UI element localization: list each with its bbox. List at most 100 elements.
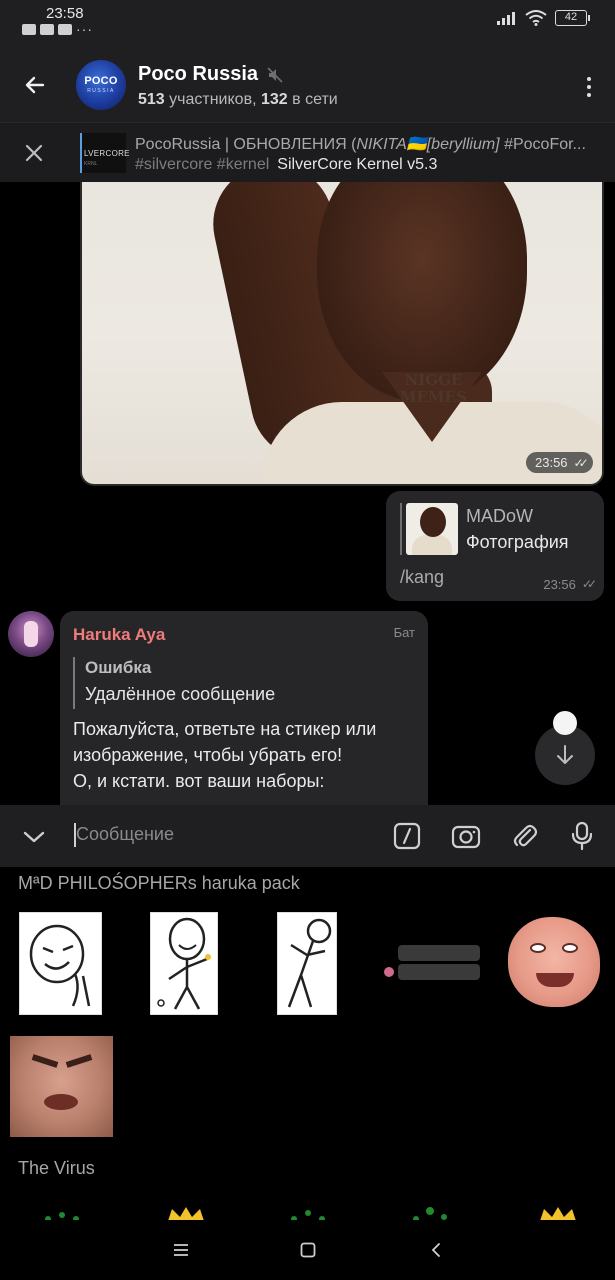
slash-command-icon: [393, 822, 421, 850]
sticker-peek[interactable]: [40, 1205, 84, 1220]
status-bar: 23:58 ··· 42: [0, 0, 615, 50]
sticker[interactable]: [150, 912, 218, 1015]
chevron-down-icon: [23, 831, 45, 843]
battery-indicator: 42: [555, 10, 590, 26]
bot-badge: Бат: [393, 625, 415, 640]
close-icon: [25, 144, 43, 162]
bot-message[interactable]: Haruka Aya Бат Ошибка Удалённое сообщени…: [60, 611, 428, 811]
online-count: 132: [260, 91, 288, 108]
pinned-thumbnail: LVERCORE KRNL: [80, 133, 130, 173]
status-right: 42: [497, 10, 590, 26]
avatar-logo-subtext: RUSSIA: [87, 88, 115, 94]
stick-figure-sticker: [157, 917, 211, 1010]
photo-watermark: NIGGE MEMES: [400, 371, 467, 406]
sticker-panel: MªD PHILOŚOPHERs haruka pack The Virus: [0, 867, 615, 1220]
photo-timestamp: 23:56 ✓✓: [526, 452, 593, 473]
system-back-button[interactable]: [422, 1238, 450, 1262]
chat-title-text: Poco Russia: [138, 63, 259, 85]
camera-button[interactable]: [450, 820, 482, 852]
pinned-title-prefix: PocoRussia | ОБНОВЛЕНИЯ (: [135, 136, 357, 153]
home-button[interactable]: [294, 1238, 322, 1262]
home-square-icon: [300, 1242, 316, 1258]
reply-thumbnail: [406, 503, 458, 555]
signal-icon: [497, 12, 515, 25]
pinned-title-italic: NIKITA🇺🇦[beryllium]: [356, 136, 500, 153]
system-navigation-bar: [0, 1220, 615, 1280]
unread-indicator: [553, 711, 577, 735]
muted-icon: [267, 66, 283, 83]
more-notifications-icon: ···: [76, 21, 93, 37]
sticker-peek[interactable]: [286, 1205, 330, 1220]
chat-avatar[interactable]: POCO RUSSIA: [76, 60, 126, 110]
bot-message-body: Пожалуйста, ответьте на стикер или изобр…: [73, 719, 377, 791]
chat-screenshot-avatar: [384, 967, 394, 977]
leaning-figure-sticker: [287, 918, 332, 1007]
menu-icon: [174, 1244, 188, 1256]
chevron-left-icon: [431, 1243, 440, 1257]
back-button[interactable]: [14, 64, 56, 106]
double-check-icon: ✓✓: [581, 577, 597, 591]
notification-icon: [22, 24, 36, 35]
message-input[interactable]: [76, 817, 366, 851]
avatar-logo-text: POCO: [84, 75, 118, 87]
pinned-tags: #silvercore #kernel: [135, 156, 270, 173]
online-label: в сети: [292, 91, 338, 108]
sticker-peek[interactable]: [408, 1205, 452, 1220]
bot-author-name[interactable]: Haruka Aya: [73, 625, 165, 645]
chat-screenshot-bubble: [398, 945, 480, 961]
members-count: 513: [138, 91, 165, 108]
quote-text: Удалённое сообщение: [85, 684, 276, 704]
recents-button[interactable]: [167, 1238, 195, 1262]
message-input-bar: [0, 805, 615, 867]
attach-button[interactable]: [509, 820, 541, 852]
sticker-peek[interactable]: [164, 1205, 208, 1220]
notification-icon: [40, 24, 54, 35]
sticker[interactable]: [19, 912, 102, 1015]
chat-subtitle: 513 участников, 132 в сети: [138, 91, 338, 109]
sticker[interactable]: [10, 1036, 113, 1137]
meme-face-sticker: [29, 924, 90, 1007]
pinned-thumb-sub: KRNL: [84, 161, 98, 167]
sticker-pack-title: MªD PHILOŚOPHERs haruka pack: [18, 873, 300, 893]
pinned-version: SilverCore Kernel v5.3: [277, 156, 438, 173]
voice-record-button[interactable]: [566, 820, 598, 852]
message-text: /kang: [400, 567, 445, 587]
microphone-icon: [571, 821, 593, 851]
pinned-text: #silvercore #kernel SilverCore Kernel v5.…: [135, 156, 437, 174]
reply-type: Фотография: [466, 532, 569, 552]
camera-icon: [451, 825, 481, 849]
pinned-title: PocoRussia | ОБНОВЛЕНИЯ (NIKITA🇺🇦[beryll…: [135, 134, 597, 154]
more-menu-button[interactable]: [579, 72, 599, 102]
commands-button[interactable]: [391, 820, 423, 852]
sticker[interactable]: [508, 917, 600, 1007]
arrow-left-icon: [25, 76, 45, 94]
chat-screenshot-bubble: [398, 964, 480, 980]
reply-author: MADoW: [466, 506, 533, 526]
arrow-down-icon: [557, 745, 573, 764]
bot-avatar[interactable]: [8, 611, 54, 657]
outgoing-message-reply[interactable]: MADoW Фотография /kang 23:56 ✓✓: [386, 491, 604, 601]
collapse-keyboard-button[interactable]: [16, 819, 52, 855]
members-label: участников,: [169, 91, 257, 108]
chat-header: POCO RUSSIA Poco Russia 513 участников, …: [0, 50, 615, 122]
chat-title[interactable]: Poco Russia: [138, 63, 284, 86]
sticker[interactable]: [382, 945, 484, 985]
quote-bar: [73, 657, 75, 709]
paperclip-icon: [513, 824, 538, 847]
close-pinned-button[interactable]: [18, 137, 50, 169]
reply-indicator-bar: [400, 503, 402, 555]
message-timestamp: 23:56 ✓✓: [543, 577, 597, 592]
pinned-message-bar[interactable]: LVERCORE KRNL PocoRussia | ОБНОВЛЕНИЯ (N…: [0, 122, 615, 182]
quote-title: Ошибка: [85, 658, 152, 677]
sticker-peek[interactable]: [536, 1205, 580, 1220]
double-check-icon: ✓✓: [573, 455, 589, 470]
more-vert-icon: [587, 77, 591, 81]
sticker-pack-title: The Virus: [18, 1158, 95, 1178]
notification-icons: ···: [22, 21, 93, 37]
photo-message[interactable]: NIGGE MEMES 23:56 ✓✓: [80, 182, 604, 486]
sticker[interactable]: [277, 912, 337, 1015]
pinned-title-suffix: #PocoFor...: [499, 136, 586, 153]
notification-icon: [58, 24, 72, 35]
pinned-thumb-title: LVERCORE: [84, 149, 130, 158]
status-time: 23:58: [46, 5, 84, 22]
